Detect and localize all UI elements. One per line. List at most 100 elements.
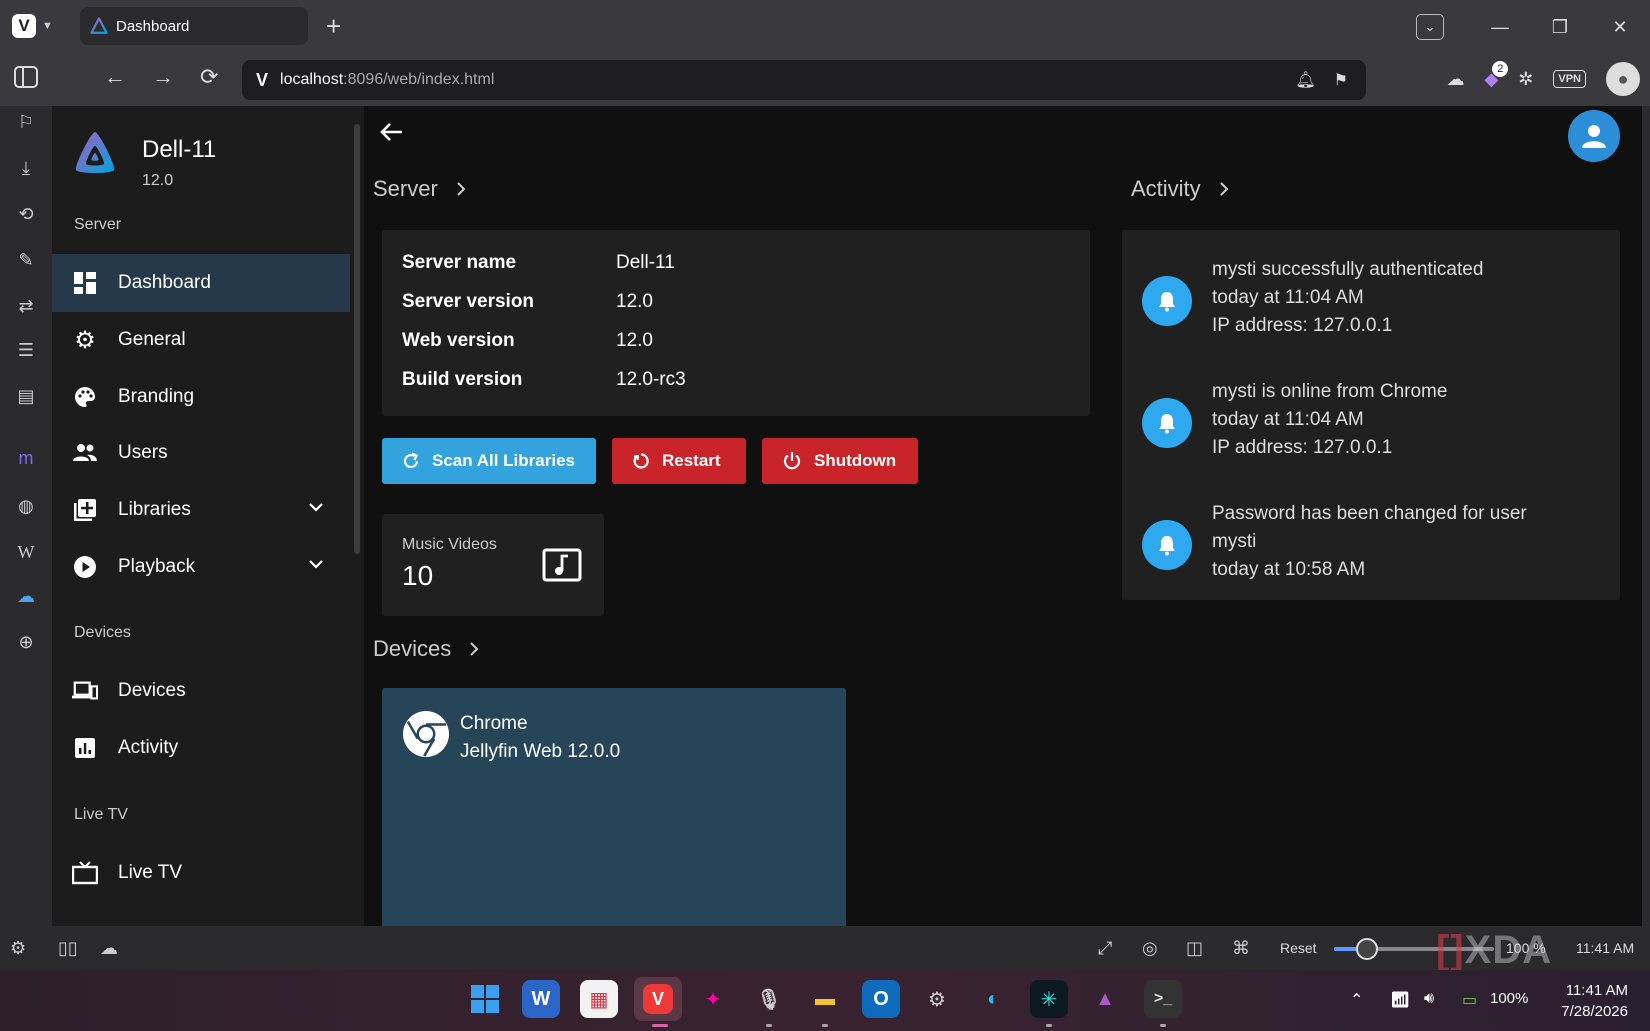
notes-icon[interactable]: ✎ <box>14 248 38 272</box>
close-window-button[interactable]: ✕ <box>1590 17 1650 38</box>
nav-item-dashboard[interactable]: Dashboard <box>52 254 350 312</box>
play-circle-icon <box>72 554 98 580</box>
settings-app-icon[interactable]: ⚙ <box>918 980 956 1018</box>
battery-percent: 100% <box>1490 990 1529 1007</box>
url-field[interactable]: V localhost:8096/web/index.html 🔔︎ ⚑ <box>242 60 1366 100</box>
jellyfin-favicon-icon <box>90 17 108 34</box>
wifi-icon[interactable]: 📶︎ <box>1390 990 1410 1010</box>
sync-cloud-icon[interactable]: ☁ <box>100 938 118 959</box>
jellyfin-app-icon[interactable]: ▲ <box>1086 980 1124 1018</box>
nav-item-label: Playback <box>118 556 196 577</box>
activity-item[interactable]: mysti successfully authenticated today a… <box>1142 256 1483 340</box>
activity-item[interactable]: mysti is online from Chrome today at 11:… <box>1142 378 1447 462</box>
reload-button[interactable]: ⟳ <box>200 64 218 90</box>
nav-item-devices[interactable]: Devices <box>52 662 350 720</box>
restart-button[interactable]: Restart <box>612 438 746 484</box>
word-app-icon[interactable]: W <box>522 980 560 1018</box>
tab-list-button[interactable]: ⌄ <box>1416 14 1444 40</box>
shutdown-button[interactable]: Shutdown <box>762 438 918 484</box>
nav-item-activity[interactable]: Activity <box>52 719 350 777</box>
extension-icon[interactable]: ◆ 2 <box>1484 60 1509 90</box>
profile-avatar[interactable]: ● <box>1606 62 1640 96</box>
globe-icon[interactable]: ◍ <box>14 494 38 518</box>
taskbar-clock[interactable]: 11:41 AM 7/28/2026 <box>1561 980 1628 1022</box>
reader-icon[interactable]: ▤ <box>14 384 38 408</box>
vivaldi-menu-button[interactable]: V ▼ <box>12 14 53 38</box>
translate-icon[interactable]: ⇄ <box>14 294 38 318</box>
devices-section-link[interactable]: Devices <box>373 636 479 662</box>
web-panel-cloud-icon[interactable]: ☁ <box>14 584 38 608</box>
tv-icon <box>72 860 98 886</box>
bookmark-icon[interactable]: ⚑ <box>1334 70 1348 90</box>
battery-icon[interactable]: ▭ <box>1462 990 1477 1010</box>
navigation-drawer: Dell-11 12.0 Server Dashboard ⚙ General … <box>52 106 350 926</box>
server-brand[interactable]: Dell-11 12.0 <box>70 128 216 190</box>
copilot-app-icon[interactable]: ✦ <box>694 980 732 1018</box>
back-button[interactable]: ← <box>104 64 126 90</box>
drawer-scrollbar-thumb[interactable] <box>354 124 360 554</box>
section-title: Activity <box>1131 176 1201 201</box>
bell-icon[interactable]: 🔔︎ <box>1295 70 1315 90</box>
button-label: Scan All Libraries <box>432 451 575 470</box>
forward-button[interactable]: → <box>152 64 174 90</box>
tab-title: Dashboard <box>116 17 190 35</box>
info-label: Build version <box>402 369 523 390</box>
mastodon-icon[interactable]: m <box>14 446 38 470</box>
info-value: Dell-11 <box>616 252 675 273</box>
nav-item-libraries[interactable]: Libraries <box>52 481 350 539</box>
bookmarks-icon[interactable]: ⚐ <box>14 110 38 134</box>
minimize-button[interactable]: — <box>1470 17 1530 38</box>
nav-item-users[interactable]: Users <box>52 424 350 482</box>
volume-icon[interactable]: 🔊︎ <box>1424 990 1434 1008</box>
fullscreen-icon[interactable]: ⤢ <box>1098 938 1112 959</box>
panel-toggle-icon[interactable] <box>14 66 38 88</box>
edge-app-icon[interactable]: ◐ <box>974 980 1012 1018</box>
perplexity-app-icon[interactable]: ✳ <box>1030 980 1068 1018</box>
tray-overflow-icon[interactable]: ⌃ <box>1350 990 1363 1010</box>
nav-item-branding[interactable]: Branding <box>52 368 350 426</box>
server-section-link[interactable]: Server <box>373 176 466 202</box>
new-tab-button[interactable]: + <box>326 12 341 40</box>
info-row-web-version: Web version 12.0 <box>402 330 653 352</box>
panel-layout-icon[interactable]: ▯▯ <box>58 938 78 959</box>
add-panel-icon[interactable]: ⊕ <box>14 630 38 654</box>
start-menu-icon[interactable] <box>466 980 504 1018</box>
zoom-reset-button[interactable]: Reset <box>1280 940 1317 956</box>
person-icon <box>1582 125 1606 148</box>
outlook-app-icon[interactable]: O <box>862 980 900 1018</box>
tile-icon[interactable]: ◫ <box>1186 938 1203 959</box>
user-menu-button[interactable] <box>1568 110 1620 162</box>
vpn-button[interactable]: VPN <box>1553 70 1586 88</box>
power-icon <box>783 452 801 470</box>
device-card-chrome[interactable]: Chrome Jellyfin Web 12.0.0 <box>382 688 846 926</box>
restore-button[interactable]: ❐ <box>1530 17 1590 38</box>
microphone-app-icon[interactable]: 🎙︎ <box>750 980 788 1018</box>
activity-section-link[interactable]: Activity <box>1131 176 1229 202</box>
info-value: 12.0 <box>616 330 653 351</box>
history-icon[interactable]: ⟲ <box>14 202 38 226</box>
refresh-icon <box>403 452 419 469</box>
browser-tab-dashboard[interactable]: Dashboard <box>80 7 308 45</box>
nav-item-livetv[interactable]: Live TV <box>52 844 350 902</box>
activity-item[interactable]: Password has been changed for user mysti… <box>1142 500 1527 584</box>
nav-item-playback[interactable]: Playback <box>52 538 350 596</box>
capture-icon[interactable]: ◎ <box>1142 938 1158 959</box>
nav-item-label: Devices <box>118 680 186 701</box>
reading-list-icon[interactable]: ☰ <box>14 338 38 362</box>
puzzle-icon[interactable]: ✲ <box>1518 69 1533 90</box>
store-app-icon[interactable]: ▦ <box>580 980 618 1018</box>
vivaldi-taskbar-active[interactable]: V <box>634 977 682 1021</box>
activity-detail: IP address: 127.0.0.1 <box>1212 315 1393 336</box>
page-actions-icon[interactable]: ⌘ <box>1232 938 1250 959</box>
wikipedia-icon[interactable]: W <box>14 540 38 564</box>
downloads-icon[interactable]: ⤓ <box>14 156 38 180</box>
settings-icon[interactable]: ⚙ <box>10 938 26 959</box>
scan-all-libraries-button[interactable]: Scan All Libraries <box>382 438 596 484</box>
file-explorer-icon[interactable]: ▬ <box>806 980 844 1018</box>
nav-item-general[interactable]: ⚙ General <box>52 311 350 369</box>
zoom-slider-knob[interactable] <box>1356 938 1378 960</box>
cloud-icon[interactable]: ☁ <box>1446 69 1464 90</box>
terminal-app-icon[interactable]: >_ <box>1144 980 1182 1018</box>
back-arrow-icon[interactable] <box>378 118 406 146</box>
library-card-music-videos[interactable]: Music Videos 10 <box>382 514 604 616</box>
